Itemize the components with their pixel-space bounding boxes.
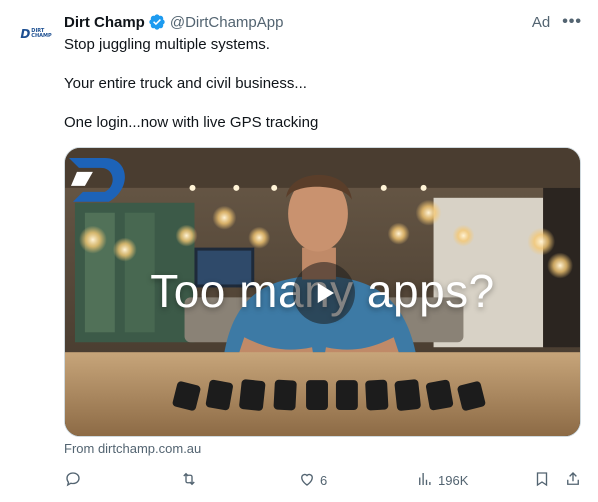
post-paragraph: Your entire truck and civil business...: [64, 75, 307, 92]
views-count: 196K: [438, 473, 469, 488]
like-count: 6: [320, 473, 328, 488]
share-icon: [564, 470, 582, 491]
play-icon[interactable]: [293, 262, 355, 324]
repost-button[interactable]: [180, 470, 198, 491]
bookmark-icon: [533, 470, 551, 491]
author-avatar[interactable]: D DIRT CHAMP: [16, 14, 56, 54]
like-button[interactable]: 6: [298, 470, 327, 491]
more-options-icon[interactable]: •••: [562, 14, 582, 30]
action-bar: 6 196K: [64, 470, 582, 490]
reply-icon: [64, 470, 82, 491]
bookmark-button[interactable]: [533, 470, 551, 491]
post-text: Stop juggling multiple systems. Your ent…: [64, 35, 574, 133]
post-header: Dirt Champ @DirtChampApp Ad •••: [64, 12, 582, 32]
views-button[interactable]: 196K: [416, 470, 468, 491]
author-name[interactable]: Dirt Champ: [64, 14, 145, 31]
verified-badge-icon: [148, 13, 166, 31]
avatar-letter: D: [20, 27, 31, 41]
post-paragraph: Stop juggling multiple systems.: [64, 36, 270, 53]
share-button[interactable]: [564, 470, 582, 491]
source-link[interactable]: From dirtchamp.com.au: [64, 441, 201, 456]
dirt-champ-logo: D DIRT CHAMP: [20, 27, 51, 41]
repost-icon: [180, 470, 198, 491]
avatar-text-line2: CHAMP: [31, 33, 52, 39]
ad-label: Ad: [531, 13, 551, 31]
author-handle[interactable]: @DirtChampApp: [170, 14, 284, 31]
heart-icon: [298, 470, 316, 491]
views-icon: [416, 470, 434, 491]
video-thumbnail[interactable]: Too many apps?: [64, 147, 581, 437]
post-paragraph: One login...now with live GPS tracking: [64, 114, 319, 131]
reply-button[interactable]: [64, 470, 82, 491]
